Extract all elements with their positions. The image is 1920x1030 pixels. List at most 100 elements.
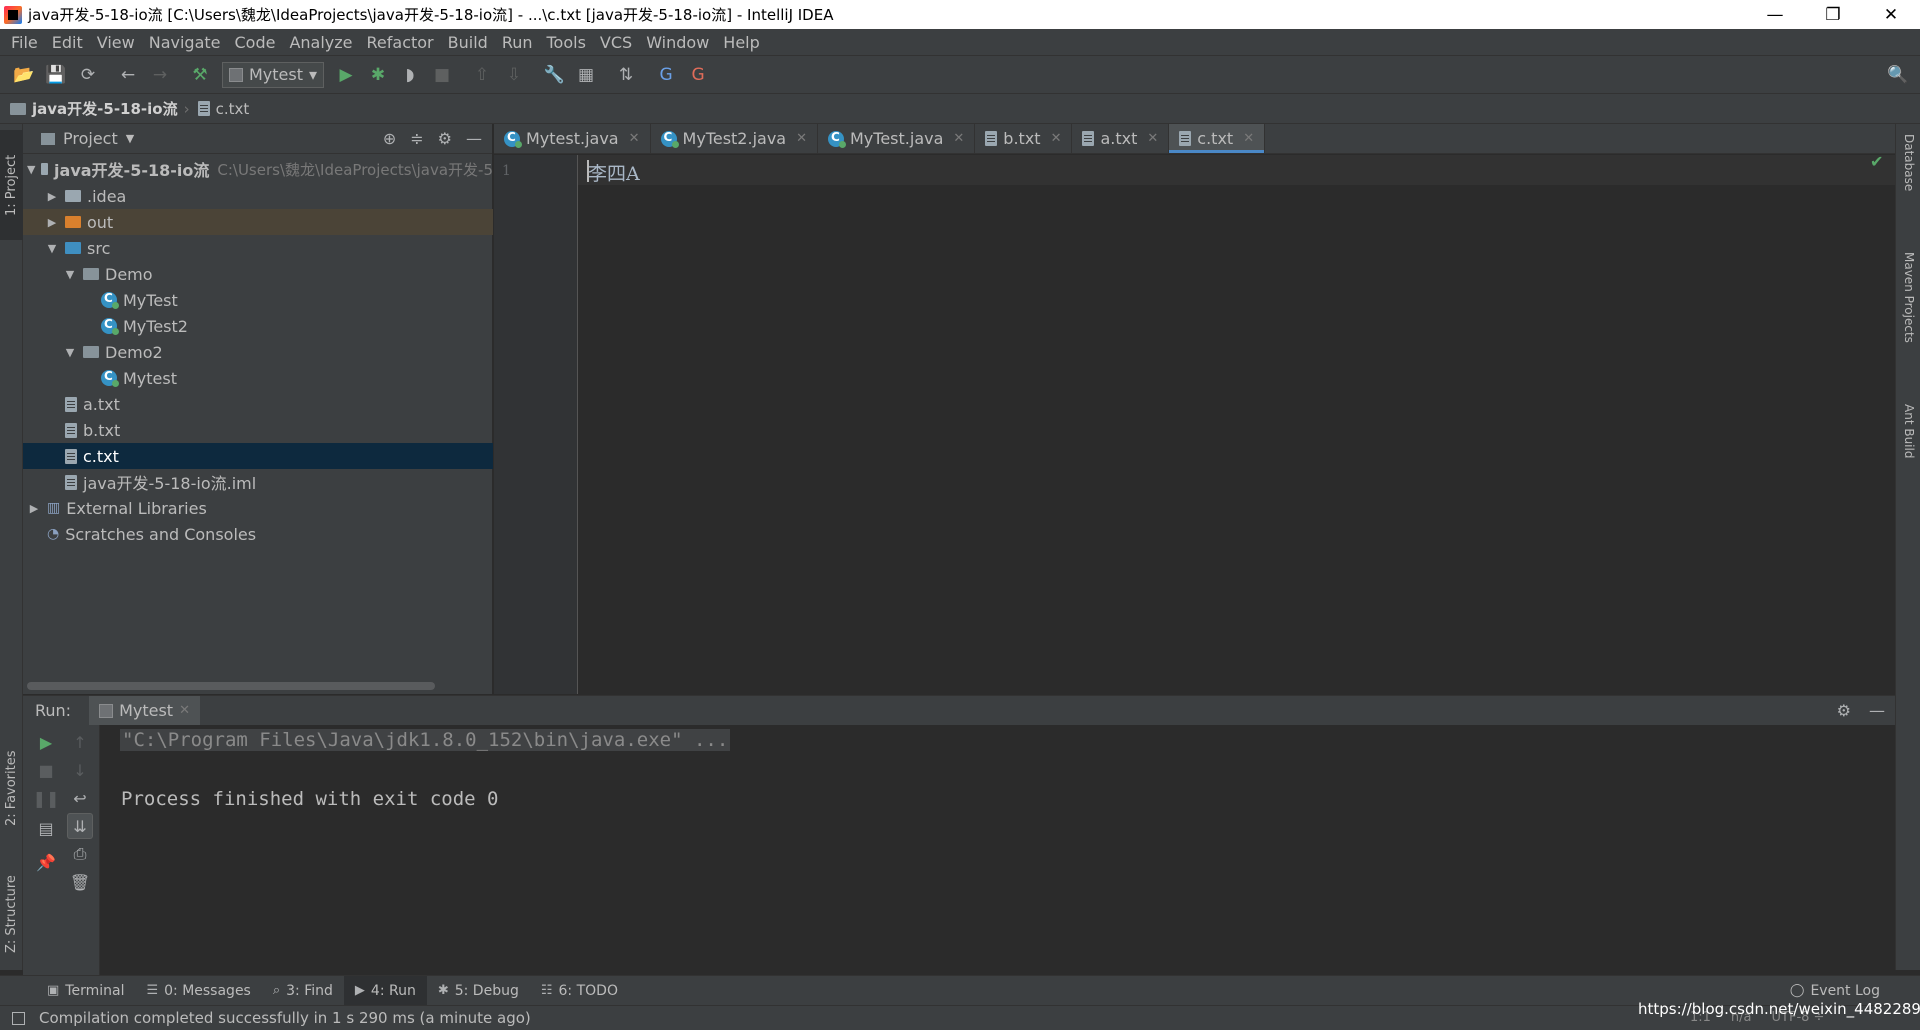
expand-arrow-icon[interactable]: ▼ [45,242,59,255]
editor-area[interactable]: 李四A [578,155,1895,694]
search-icon[interactable]: 🔍 [1882,60,1914,90]
vcs-commit-icon[interactable]: ⇩ [498,60,530,90]
project-view-selector[interactable]: Project [63,129,118,148]
editor-content[interactable]: 李四A [588,159,640,186]
inspection-ok-check-icon[interactable]: ✔ [1870,152,1883,171]
forward-arrow-icon[interactable]: → [144,60,176,90]
back-arrow-icon[interactable]: ← [112,60,144,90]
tree-item-demo[interactable]: ▼ Demo [23,261,493,287]
project-structure-icon[interactable]: ▦ [570,60,602,90]
menu-file[interactable]: File [4,33,45,52]
tree-item-mytest2[interactable]: MyTest2 [23,313,493,339]
build-hammer-icon[interactable]: ⚒ [184,60,216,90]
project-tool-tab[interactable]: 1: Project [0,130,23,240]
maven-tool-tab[interactable]: Maven Projects [1898,252,1920,392]
editor-tab-b-txt[interactable]: b.txt ✕ [975,124,1073,153]
stop-icon[interactable]: ■ [33,757,59,783]
close-tab-icon[interactable]: ✕ [1147,131,1158,146]
open-folder-icon[interactable]: 📂 [8,60,40,90]
favorites-tool-tab[interactable]: 2: Favorites [0,738,23,838]
gear-icon[interactable]: ⚙ [1837,701,1851,720]
menu-help[interactable]: Help [716,33,766,52]
tree-item-b-txt[interactable]: b.txt [23,417,493,443]
run-icon[interactable]: ▶ [330,60,362,90]
pin-icon[interactable]: 📌 [33,849,59,875]
print-icon[interactable]: ⎙ [67,841,93,867]
menu-vcs[interactable]: VCS [593,33,639,52]
synchronize-icon[interactable]: ⟳ [72,60,104,90]
vcs-update-icon[interactable]: ⇧ [466,60,498,90]
restore-layout-icon[interactable]: ▤ [33,815,59,841]
soft-wrap-icon[interactable]: ↩ [67,785,93,811]
editor-tab-c-txt[interactable]: c.txt ✕ [1169,124,1266,153]
close-tab-icon[interactable]: ✕ [953,131,964,146]
collapse-all-icon[interactable]: ≑ [410,129,423,148]
breadcrumb-project[interactable]: java开发-5-18-io流 › [10,98,198,119]
tree-item-mytest[interactable]: MyTest [23,287,493,313]
run-configuration-select[interactable]: Mytest ▾ [222,61,325,88]
close-tab-icon[interactable]: ✕ [796,131,807,146]
editor-tab-mytest-java-2[interactable]: MyTest.java ✕ [818,124,976,153]
settings-wrench-icon[interactable]: 🔧 [538,60,570,90]
event-log-button[interactable]: ◯ Event Log [1790,983,1880,999]
close-tab-icon[interactable]: ✕ [1051,131,1062,146]
clear-trash-icon[interactable]: 🗑 [67,869,93,895]
ant-build-tool-tab[interactable]: Ant Build [1898,404,1920,504]
tree-item-scratches[interactable]: ◔ Scratches and Consoles [23,521,493,547]
save-all-icon[interactable]: 💾 [40,60,72,90]
up-arrow-icon[interactable]: ↑ [67,729,93,755]
close-tab-icon[interactable]: ✕ [179,703,190,718]
tree-item-project-root[interactable]: ▼ java开发-5-18-io流 C:\Users\魏龙\IdeaProjec… [23,156,493,182]
tree-item-mytest-demo2[interactable]: Mytest [23,365,493,391]
menu-code[interactable]: Code [228,33,283,52]
run-console-output[interactable]: "C:\Program Files\Java\jdk1.8.0_152\bin\… [100,725,1895,975]
editor-tab-a-txt[interactable]: a.txt ✕ [1072,124,1170,153]
expand-arrow-icon[interactable]: ▼ [27,163,35,176]
editor-tab-mytest-java[interactable]: Mytest.java ✕ [494,124,651,153]
tree-item-out[interactable]: ▶ out [23,209,493,235]
collapsed-arrow-icon[interactable]: ▶ [27,502,41,515]
tree-item-c-txt[interactable]: c.txt [23,443,493,469]
database-tool-tab[interactable]: Database [1898,134,1920,244]
menu-build[interactable]: Build [441,33,495,52]
editor-tab-mytest2-java[interactable]: MyTest2.java ✕ [651,124,818,153]
collapsed-arrow-icon[interactable]: ▶ [45,216,59,229]
run-with-coverage-icon[interactable]: ◗ [394,60,426,90]
expand-arrow-icon[interactable]: ▼ [63,268,77,281]
tool-tab-run[interactable]: ▶ 4: Run [343,975,427,1006]
menu-edit[interactable]: Edit [45,33,90,52]
menu-view[interactable]: View [90,33,142,52]
stop-icon[interactable]: ■ [426,60,458,90]
tree-item-iml[interactable]: java开发-5-18-io流.iml [23,469,493,495]
tool-tab-terminal[interactable]: ▣ Terminal [36,976,135,1006]
tool-tab-debug[interactable]: ✱ 5: Debug [427,976,530,1006]
structure-tool-tab[interactable]: Z: Structure [0,864,23,964]
scroll-to-end-icon[interactable]: ⇊ [67,813,93,839]
down-arrow-icon[interactable]: ↓ [67,757,93,783]
close-button[interactable]: ✕ [1862,0,1920,29]
tool-tab-messages[interactable]: ☰ 0: Messages [135,976,261,1006]
tree-item-idea[interactable]: ▶ .idea [23,183,493,209]
hide-panel-icon[interactable]: — [1869,701,1885,720]
chevron-down-icon[interactable]: ▼ [126,132,134,145]
horizontal-scrollbar[interactable] [27,682,435,690]
rerun-icon[interactable]: ▶ [33,729,59,755]
menu-analyze[interactable]: Analyze [282,33,359,52]
close-tab-icon[interactable]: ✕ [1243,131,1254,146]
restore-button[interactable]: ❐ [1804,0,1862,29]
collapsed-arrow-icon[interactable]: ▶ [45,190,59,203]
menu-tools[interactable]: Tools [540,33,593,52]
pause-icon[interactable]: ❚❚ [33,785,60,811]
menu-refactor[interactable]: Refactor [360,33,441,52]
run-tab-mytest[interactable]: Mytest ✕ [89,695,200,726]
locate-target-icon[interactable]: ⊕ [383,129,396,148]
close-tab-icon[interactable]: ✕ [629,131,640,146]
debug-bug-icon[interactable]: ✱ [362,60,394,90]
minimize-button[interactable]: — [1746,0,1804,29]
sdk-manager-icon[interactable]: ⇅ [610,60,642,90]
tool-tab-todo[interactable]: ☷ 6: TODO [530,976,629,1006]
tree-item-demo2[interactable]: ▼ Demo2 [23,339,493,365]
menu-run[interactable]: Run [495,33,540,52]
tree-item-external-libraries[interactable]: ▶ ▥ External Libraries [23,495,493,521]
translate-replace-icon[interactable]: G [682,60,714,90]
